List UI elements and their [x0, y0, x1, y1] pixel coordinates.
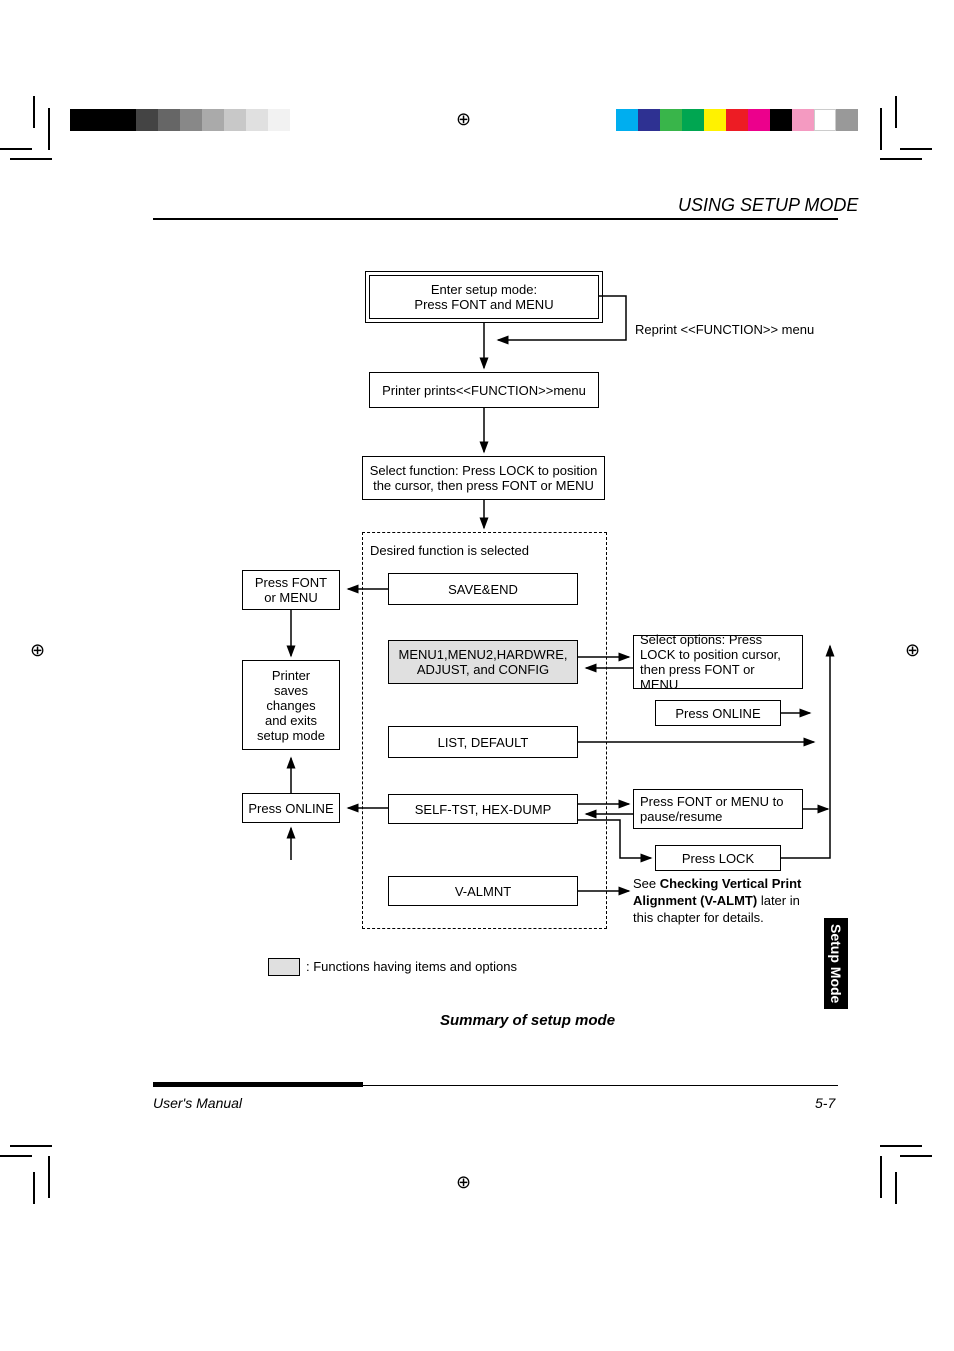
- register-bottom: ⊕: [456, 1172, 471, 1193]
- register-right: ⊕: [905, 640, 920, 661]
- saves-l3: changes: [266, 698, 315, 713]
- lock-text: Press LOCK: [682, 851, 754, 866]
- footer-left: User's Manual: [153, 1095, 242, 1111]
- crop-bl-v: [33, 1172, 35, 1204]
- config-l2: ADJUST, and CONFIG: [417, 662, 549, 677]
- start-l2: Press FONT and MENU: [414, 297, 553, 312]
- options-box: Select options: Press LOCK to position c…: [633, 635, 803, 689]
- crop-bl-h2: [10, 1145, 52, 1147]
- left-menu-l2: or MENU: [264, 590, 317, 605]
- opt-l1: Select options: Press: [640, 632, 762, 647]
- crop-tr-v2: [880, 108, 882, 150]
- lock-box: Press LOCK: [655, 845, 781, 871]
- crop-br-v2: [880, 1156, 882, 1198]
- crop-tl-v: [33, 96, 35, 128]
- crop-tl-v2: [48, 108, 50, 150]
- start-l1: Enter setup mode:: [431, 282, 537, 297]
- legend-swatch: [268, 958, 300, 976]
- saves-l2: saves: [274, 683, 308, 698]
- pause-l2: pause/resume: [640, 809, 722, 824]
- left-online-box: Press ONLINE: [242, 793, 340, 823]
- opt-l2: LOCK to position cursor,: [640, 647, 781, 662]
- left-saves-box: Printer saves changes and exits setup mo…: [242, 660, 340, 750]
- desired-label: Desired function is selected: [370, 543, 529, 558]
- saves-l4: and exits: [265, 713, 317, 728]
- list-box: LIST, DEFAULT: [388, 726, 578, 758]
- start-box: Enter setup mode:Press FONT and MENU: [369, 275, 599, 319]
- valmnt-box: V-ALMNT: [388, 876, 578, 906]
- saves-l5: setup mode: [257, 728, 325, 743]
- figure-caption: Summary of setup mode: [440, 1012, 615, 1029]
- see-valmt: See Checking Vertical Print Alignment (V…: [633, 876, 813, 927]
- crop-bl-v2: [48, 1156, 50, 1198]
- left-online-text: Press ONLINE: [248, 801, 333, 816]
- reprint-label: Reprint <<FUNCTION>> menu: [635, 322, 814, 337]
- list-text: LIST, DEFAULT: [438, 735, 529, 750]
- crop-tl-h2: [10, 158, 52, 160]
- crop-tr-h: [900, 148, 932, 150]
- legend-text: : Functions having items and options: [306, 959, 517, 974]
- online-text: Press ONLINE: [675, 706, 760, 721]
- crop-br-h2: [880, 1145, 922, 1147]
- register-top: ⊕: [456, 109, 471, 130]
- register-left: ⊕: [30, 640, 45, 661]
- side-tab: Setup Mode: [824, 918, 848, 1009]
- page: { "header": { "title": "USING SETUP MODE…: [0, 0, 954, 1351]
- save-end-box: SAVE&END: [388, 573, 578, 605]
- valmnt-text: V-ALMNT: [455, 884, 511, 899]
- pause-box: Press FONT or MENU topause/resume: [633, 789, 803, 829]
- crop-tl-h: [0, 148, 32, 150]
- see-pre: See: [633, 876, 660, 891]
- save-end-text: SAVE&END: [448, 582, 518, 597]
- header-rule: [153, 218, 838, 220]
- selftest-text: SELF-TST, HEX-DUMP: [415, 802, 552, 817]
- opt-l3: then press FONT or MENU: [640, 662, 755, 692]
- left-menu-box: Press FONTor MENU: [242, 570, 340, 610]
- crop-br-v: [895, 1172, 897, 1204]
- prints-box: Printer prints<<FUNCTION>>menu: [369, 372, 599, 408]
- select-l2: the cursor, then press FONT or MENU: [373, 478, 594, 493]
- selftest-box: SELF-TST, HEX-DUMP: [388, 794, 578, 824]
- color-bar: [616, 109, 858, 131]
- left-menu-l1: Press FONT: [255, 575, 327, 590]
- prints-text: Printer prints<<FUNCTION>>menu: [382, 383, 586, 398]
- crop-bl-h: [0, 1155, 32, 1157]
- crop-tr-v: [895, 96, 897, 128]
- saves-l1: Printer: [272, 668, 310, 683]
- config-l1: MENU1,MENU2,HARDWRE,: [398, 647, 567, 662]
- online-box: Press ONLINE: [655, 700, 781, 726]
- footer-rule: [153, 1085, 838, 1086]
- crop-br-h: [900, 1155, 932, 1157]
- crop-tr-h2: [880, 158, 922, 160]
- page-header: USING SETUP MODE: [678, 195, 858, 216]
- grayscale-bar: [70, 109, 290, 131]
- config-box: MENU1,MENU2,HARDWRE,ADJUST, and CONFIG: [388, 640, 578, 684]
- select-l1: Select function: Press LOCK to position: [370, 463, 598, 478]
- footer-right: 5-7: [815, 1095, 835, 1111]
- pause-l1: Press FONT or MENU to: [640, 794, 784, 809]
- select-box: Select function: Press LOCK to positiont…: [362, 456, 605, 500]
